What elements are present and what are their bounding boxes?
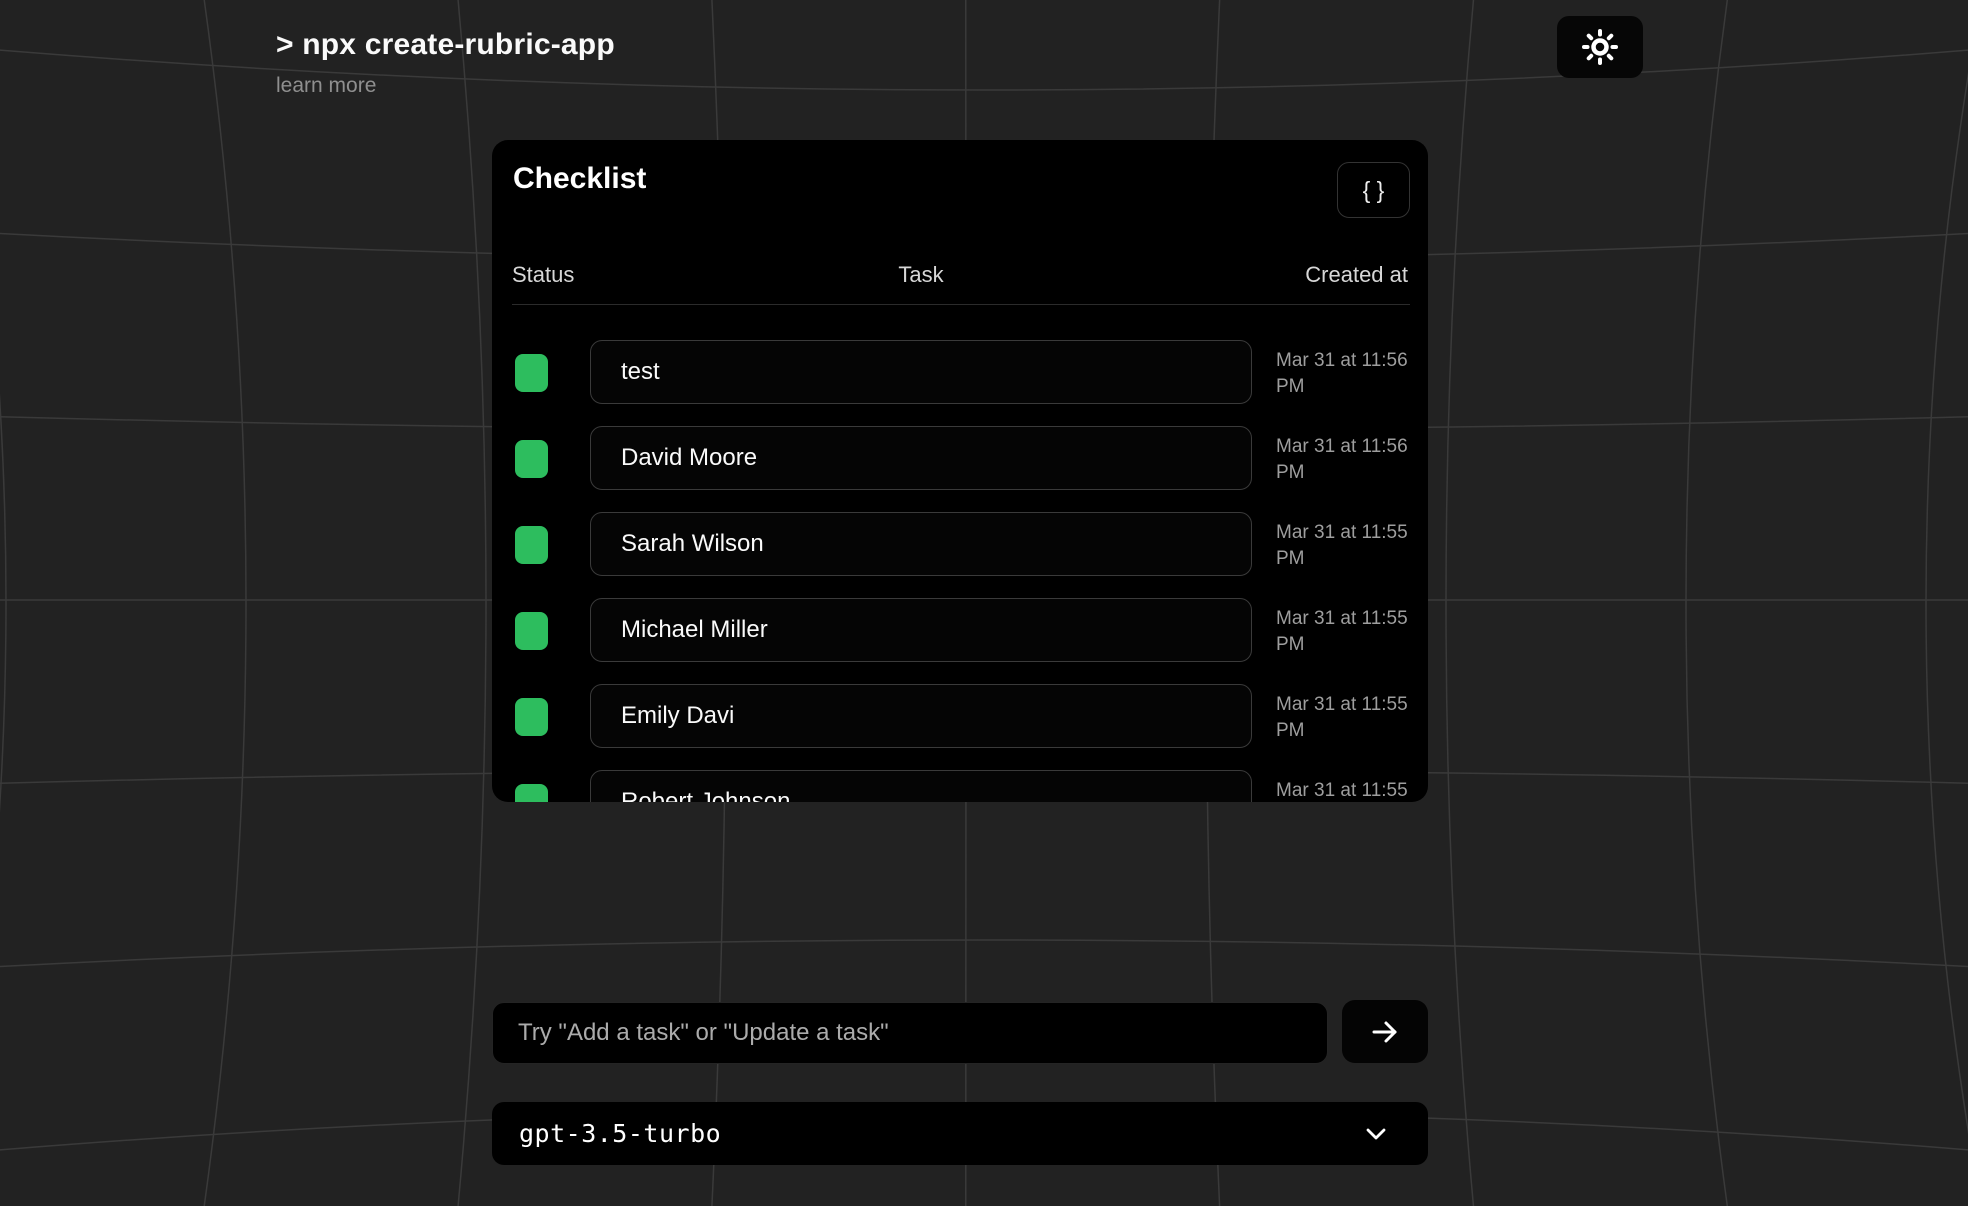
model-select[interactable]: gpt-3.5-turbo [492,1102,1428,1165]
task-checkbox[interactable] [515,354,548,392]
task-checkbox[interactable] [515,612,548,650]
model-select-value: gpt-3.5-turbo [519,1119,721,1148]
column-header-created: Created at [1252,262,1408,288]
app-title: > npx create-rubric-app [276,28,615,62]
table-row: Mar 31 at 11:56 PM [512,426,1408,492]
table-header-divider [512,304,1410,305]
new-task-input[interactable] [492,1002,1328,1064]
task-checkbox[interactable] [515,784,548,802]
app-root: > npx create-rubric-app learn more Check… [0,0,1968,1206]
task-created-at: Mar 31 at 11:55 PM [1252,684,1408,750]
column-header-task: Task [590,262,1252,288]
table-row: Mar 31 at 11:56 PM [512,340,1408,406]
view-json-button[interactable]: { } [1337,162,1410,218]
task-name-input[interactable] [590,340,1252,404]
task-created-at: Mar 31 at 11:55 PM [1252,512,1408,578]
task-name-input[interactable] [590,426,1252,490]
task-checkbox[interactable] [515,440,548,478]
task-name-input[interactable] [590,512,1252,576]
table-row: Mar 31 at 11:55 PM [512,512,1408,578]
task-list: Mar 31 at 11:56 PM Mar 31 at 11:56 PM Ma… [492,326,1428,802]
checklist-title: Checklist [513,162,646,196]
arrow-right-icon [1368,1015,1402,1049]
task-created-at: Mar 31 at 11:56 PM [1252,426,1408,492]
task-checkbox[interactable] [515,698,548,736]
task-name-input[interactable] [590,598,1252,662]
table-header: Status Task Created at [492,262,1428,288]
table-row: Mar 31 at 11:55 PM [512,770,1408,802]
chevron-down-icon [1362,1121,1390,1147]
task-checkbox[interactable] [515,526,548,564]
table-row: Mar 31 at 11:55 PM [512,598,1408,664]
submit-task-button[interactable] [1342,1000,1428,1063]
sun-icon [1582,29,1618,65]
theme-toggle-button[interactable] [1557,16,1643,78]
task-created-at: Mar 31 at 11:55 PM [1252,770,1408,802]
task-created-at: Mar 31 at 11:56 PM [1252,340,1408,406]
checklist-card: Checklist { } Status Task Created at Mar… [492,140,1428,802]
task-name-input[interactable] [590,684,1252,748]
column-header-status: Status [512,262,590,288]
task-name-input[interactable] [590,770,1252,802]
header: > npx create-rubric-app learn more [276,28,615,98]
table-row: Mar 31 at 11:55 PM [512,684,1408,750]
task-created-at: Mar 31 at 11:55 PM [1252,598,1408,664]
learn-more-link[interactable]: learn more [276,74,615,98]
